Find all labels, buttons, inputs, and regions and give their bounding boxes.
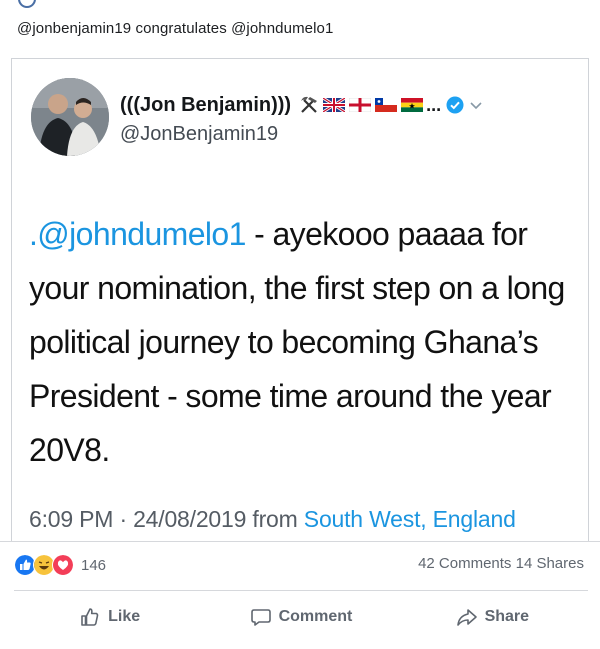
tweet-location-link[interactable]: South West, England bbox=[304, 506, 516, 532]
tweet-meta: 6:09 PM · 24/08/2019 from South West, En… bbox=[29, 506, 516, 533]
name-emoji-row: ... bbox=[295, 95, 483, 116]
mention-link[interactable]: .@johndumelo1 bbox=[29, 216, 246, 252]
avatar bbox=[31, 78, 109, 156]
author-handle[interactable]: @JonBenjamin19 bbox=[120, 123, 278, 146]
tweet-author-row: (((Jon Benjamin))) ... bbox=[120, 92, 483, 118]
chevron-down-icon[interactable] bbox=[469, 98, 483, 112]
top-strip bbox=[0, 0, 600, 8]
comment-button[interactable]: Comment bbox=[205, 591, 396, 643]
post-caption: @jonbenjamin19 congratulates @johndumelo… bbox=[17, 20, 334, 37]
tweet-body: - ayekooo paaaa for your nomination, the… bbox=[29, 216, 565, 468]
name-ellipsis: ... bbox=[426, 94, 442, 115]
display-name[interactable]: (((Jon Benjamin))) bbox=[120, 94, 291, 117]
tweet-timestamp: 6:09 PM · 24/08/2019 from bbox=[29, 506, 304, 532]
ghana-flag-icon bbox=[401, 98, 424, 112]
hammer-pick-icon bbox=[301, 96, 318, 113]
uk-flag-icon bbox=[323, 98, 346, 112]
reactions-summary[interactable]: 146 bbox=[14, 554, 106, 576]
comment-bubble-icon bbox=[250, 609, 271, 626]
reaction-count: 146 bbox=[81, 556, 107, 574]
share-button[interactable]: Share bbox=[397, 591, 588, 643]
post-actions: Like Comment Share bbox=[14, 590, 588, 643]
love-reaction-icon bbox=[52, 554, 74, 576]
comment-label: Comment bbox=[278, 608, 353, 625]
post-stats: 146 42 Comments 14 Shares bbox=[0, 541, 600, 583]
engagement-counts: 42 Comments 14 Shares bbox=[418, 555, 584, 572]
share-label: Share bbox=[484, 608, 530, 625]
verified-icon bbox=[446, 96, 464, 114]
thumbs-up-icon bbox=[81, 608, 99, 626]
england-flag-icon bbox=[349, 98, 372, 112]
chile-flag-icon bbox=[375, 98, 398, 112]
tweet-text: .@johndumelo1 - ayekooo paaaa for your n… bbox=[29, 207, 577, 477]
shares-count-link[interactable]: 14 Shares bbox=[516, 555, 584, 572]
page-logo-icon bbox=[18, 0, 36, 8]
like-button[interactable]: Like bbox=[14, 591, 205, 643]
comments-count-link[interactable]: 42 Comments bbox=[418, 555, 511, 572]
like-label: Like bbox=[108, 608, 141, 625]
share-arrow-icon bbox=[456, 609, 477, 626]
